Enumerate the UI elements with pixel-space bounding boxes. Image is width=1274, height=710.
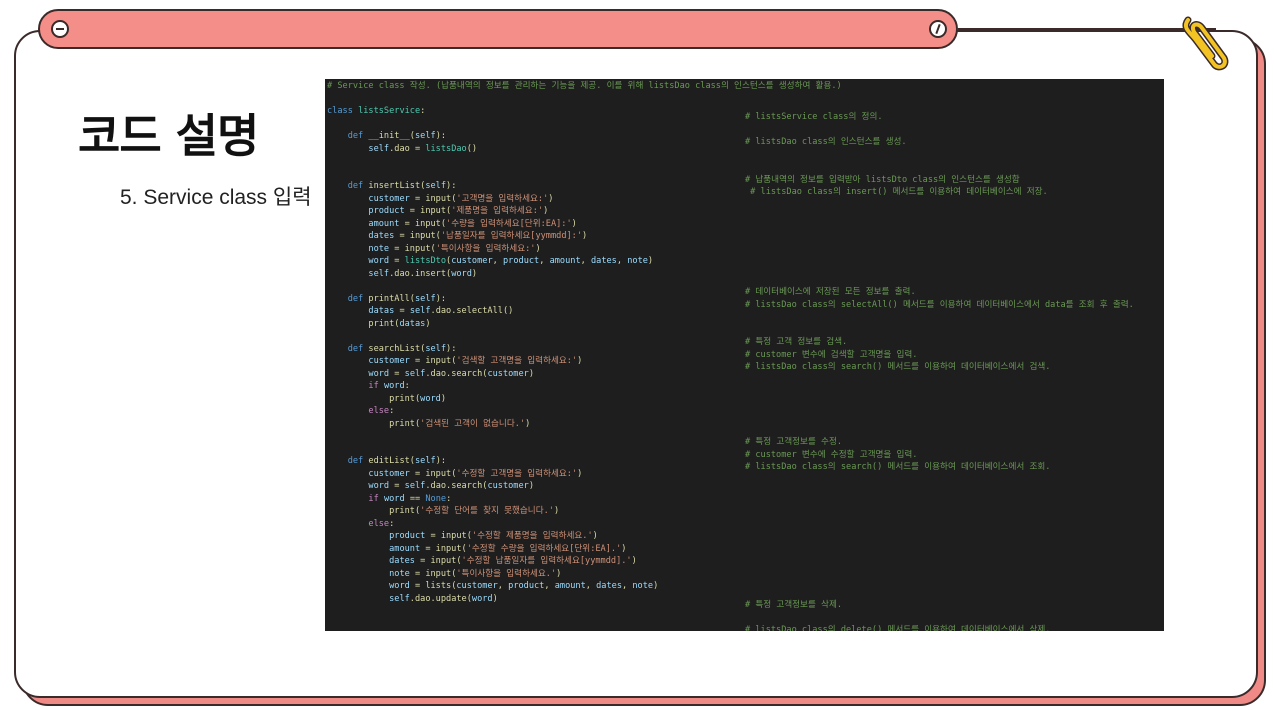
code-line: def editList(self): [347, 456, 447, 466]
code-line: word = self.dao.search(customer) [368, 481, 535, 491]
code-line: amount = input('수정할 수량을 입력하세요[단위:EA].') [389, 543, 627, 554]
code-line: print(word) [327, 393, 447, 404]
code-line: dates = input('수정할 납품일자를 입력하세요[yymmdd].'… [389, 556, 637, 566]
code-line: def printAll(self): [347, 293, 447, 304]
code-comment: # customer 변수에 수정할 고객명을 입력. [745, 449, 918, 460]
code-line: if word == None: [368, 493, 452, 504]
slide-top-bar [38, 9, 958, 49]
code-comment: # listsDao class의 selectAll() 메서드를 이용하여 … [745, 299, 1134, 310]
code-line: print('검색된 고객이 없습니다.') [327, 418, 531, 429]
code-line: def searchList(self): [347, 343, 457, 354]
code-comment: # listsDao class의 search() 메서드를 이용하여 데이터… [745, 362, 1051, 372]
code-line: note = input('특이사항을 입력하세요.') [389, 568, 562, 579]
code-line: note = input('특이사항을 입력하세요:') [368, 243, 541, 254]
code-line: def delList(self): [327, 630, 441, 631]
page-title: 코드 설명 [78, 109, 259, 163]
code-comment: # listsDao class의 인스턴스를 생성. [745, 137, 907, 147]
code-line: customer = input('검색할 고객명을 입력하세요:') [368, 356, 583, 366]
code-line: else: [368, 518, 395, 529]
code-comment: # customer 변수에 검색할 고객명을 입력. [745, 349, 918, 360]
minus-icon [51, 20, 69, 38]
code-line: if word: [368, 381, 410, 391]
slash-icon [929, 20, 947, 38]
code-comment: # 특정 고객 정보를 검색. [745, 337, 848, 347]
code-line: customer = input('수정할 고객명을 입력하세요:') [368, 468, 583, 479]
code-line: word = lists(customer, product, amount, … [389, 581, 659, 591]
code-comment: # listsDao class의 delete() 메서드를 이용하여 데이터… [745, 624, 1051, 632]
code-line: customer = input('고객명을 입력하세요:') [368, 193, 554, 204]
code-line: class listsService: [327, 106, 426, 116]
code-line: datas = self.dao.selectAll() [368, 306, 514, 316]
code-line: dates = input('납품일자를 입력하세요[yymmdd]:') [368, 231, 588, 241]
code-line: product = input('제품명을 입력하세요:') [368, 206, 549, 216]
code-line: word = self.dao.search(customer) [368, 368, 535, 379]
code-line: def insertList(self): [347, 181, 457, 191]
section-subtitle: 5. Service class 입력 [120, 186, 312, 209]
code-line: word = listsDto(customer, product, amoun… [368, 256, 654, 266]
code-screenshot: # Service class 작성. (납품내역의 정보를 관리하는 기능을 … [325, 79, 1164, 631]
code-line: self.dao = listsDao() [368, 143, 478, 154]
code-line: self.dao.update(word) [389, 593, 498, 604]
code-line: product = input('수정할 제품명을 입력하세요.') [389, 531, 598, 541]
code-comment: # 특정 고객정보를 삭제. [745, 599, 843, 610]
code-comment: # 납품내역의 정보를 입력받아 listsDto class의 인스턴스를 생… [745, 174, 1020, 185]
code-line: amount = input('수량을 입력하세요[단위:EA]:') [368, 218, 577, 229]
code-comment: # 특정 고객정보를 수정. [745, 437, 843, 447]
code-comment: # listsService class의 정의. [745, 112, 883, 122]
paperclip-icon [1182, 16, 1229, 71]
code-line: self.dao.insert(word) [368, 268, 478, 279]
code-line: # Service class 작성. (납품내역의 정보를 관리하는 기능을 … [327, 81, 842, 91]
code-line: def __init__(self): [347, 131, 447, 141]
code-line: else: [368, 406, 395, 416]
code-comment: # listsDao class의 insert() 메서드를 이용하여 데이터… [745, 187, 1048, 197]
code-line: print('수정할 단어를 찾지 못했습니다.') [327, 506, 560, 516]
code-comment: # listsDao class의 search() 메서드를 이용하여 데이터… [745, 462, 1051, 472]
code-line: print(datas) [327, 318, 431, 329]
code-comment: # 데이터베이스에 저장된 모든 정보를 출력. [745, 287, 916, 297]
